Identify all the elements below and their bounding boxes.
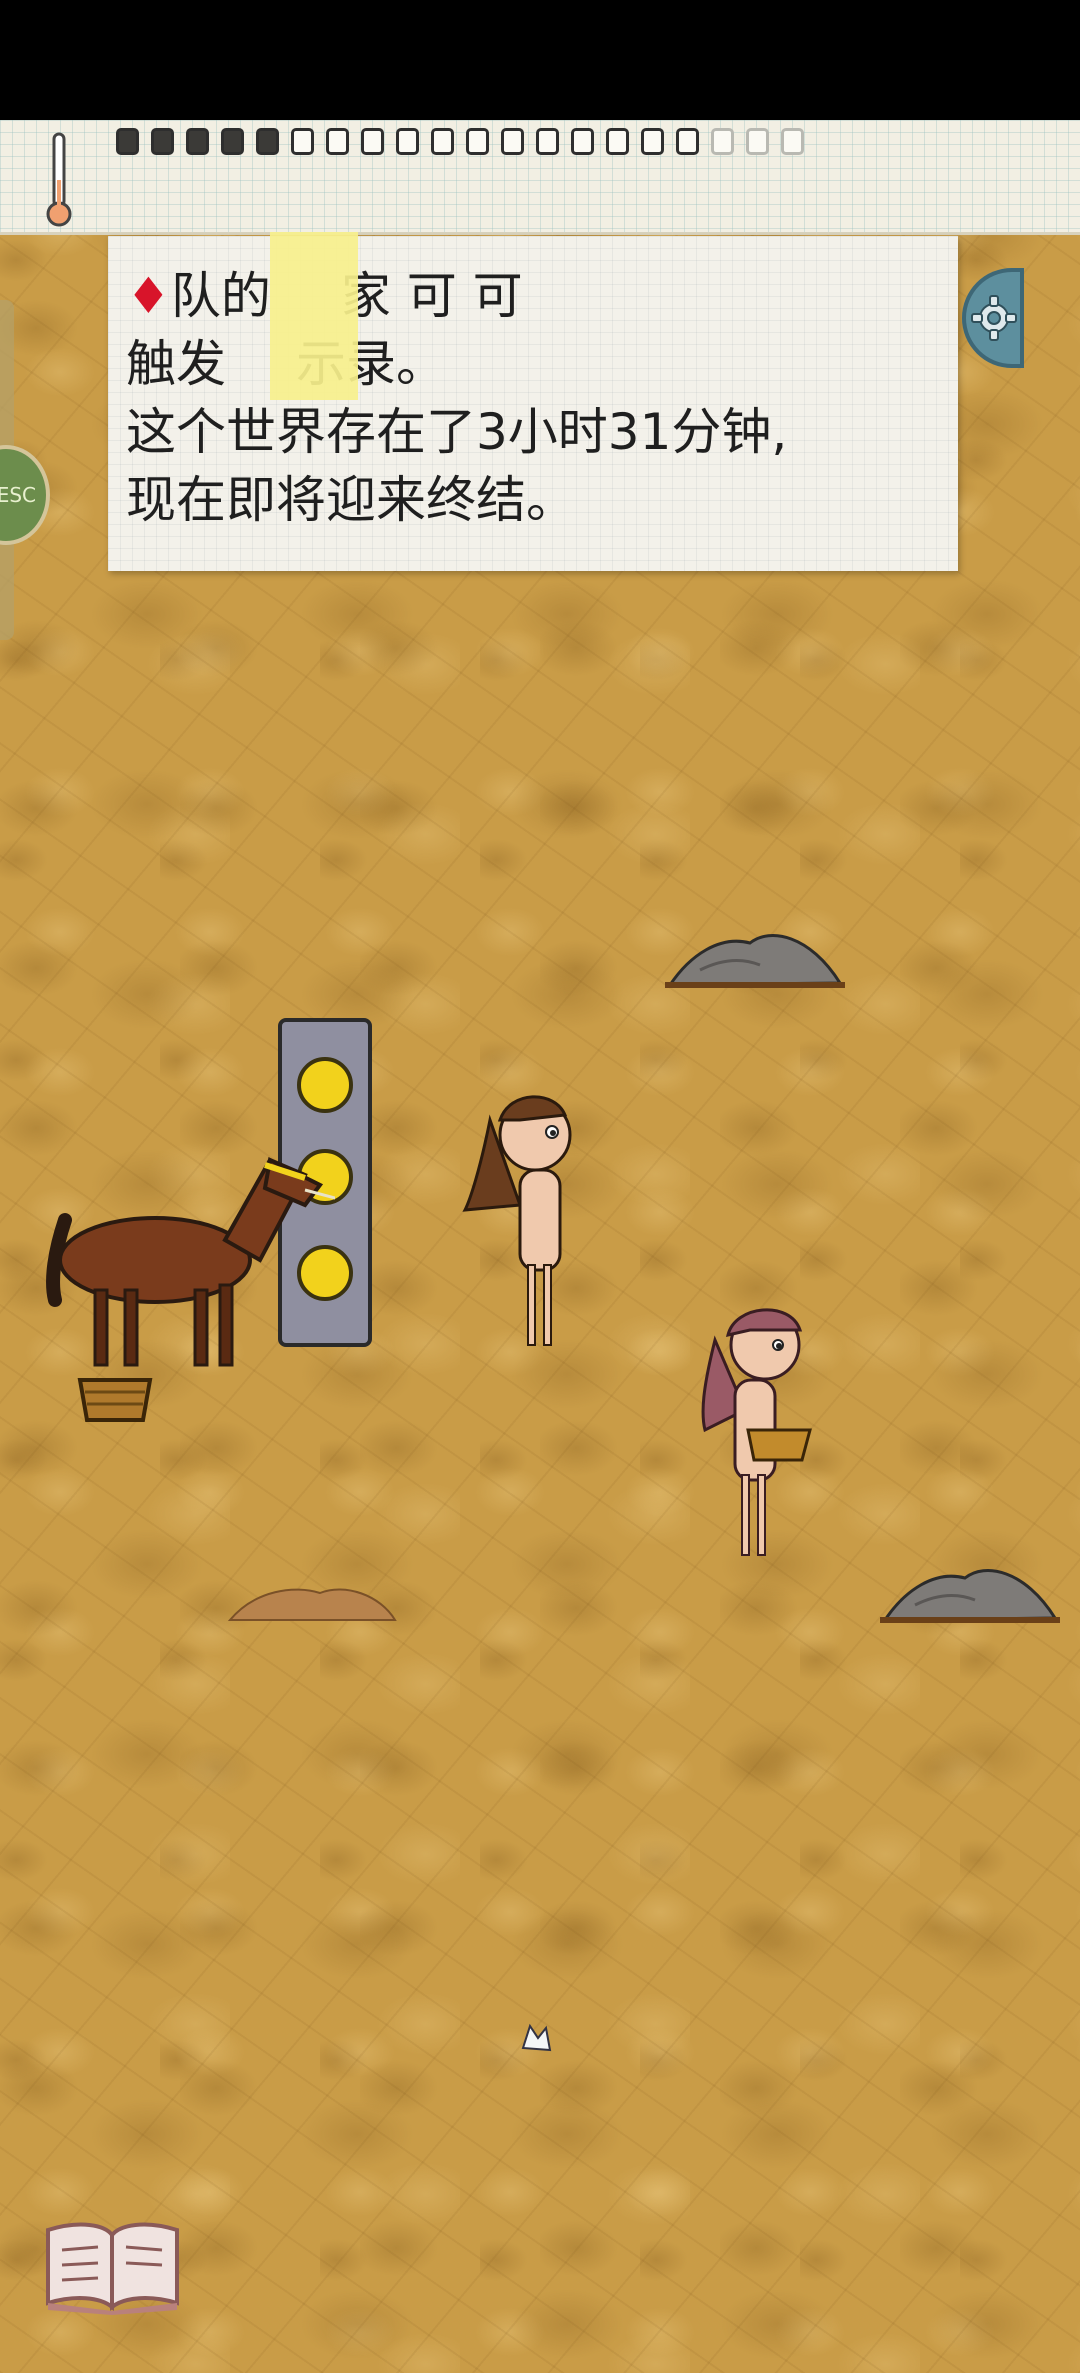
food-pip (326, 128, 349, 155)
message-line-1b: 家 可 可 (340, 267, 523, 325)
status-bar (0, 0, 1080, 120)
gear-icon (971, 295, 1017, 341)
dirt-mound[interactable] (225, 1575, 400, 1630)
rock-pile-2[interactable] (875, 1550, 1065, 1630)
food-pip (291, 128, 314, 155)
food-pip (116, 128, 139, 155)
food-pip (151, 128, 174, 155)
book-icon[interactable] (40, 2215, 185, 2315)
food-pip (676, 128, 699, 155)
message-note: ♦队的家 可 可 触发 示录。 这个世界存在了3小时31分钟, 现在即将迎来终结。 (108, 236, 958, 571)
food-pip (256, 128, 279, 155)
character-child[interactable] (690, 1300, 820, 1570)
basket[interactable] (75, 1370, 155, 1425)
rock-pile-1[interactable] (660, 915, 850, 995)
food-pip (606, 128, 629, 155)
food-pip (431, 128, 454, 155)
food-pip (711, 128, 734, 155)
food-pip (361, 128, 384, 155)
food-pip (746, 128, 769, 155)
character-adult[interactable] (460, 1090, 590, 1360)
message-line-1a: 队的 (170, 267, 271, 325)
side-bubble-label: ESC (0, 483, 36, 507)
food-pip (396, 128, 419, 155)
food-pip (501, 128, 524, 155)
food-pip (571, 128, 594, 155)
message-line-4: 现在即将迎来终结。 (126, 471, 576, 529)
thermometer-icon (46, 132, 72, 227)
sticky-tape (270, 232, 358, 400)
food-pip (536, 128, 559, 155)
message-line-3: 这个世界存在了3小时31分钟, (126, 403, 788, 461)
message-line-2a: 触发 (126, 335, 226, 393)
flint-chip[interactable] (518, 2020, 554, 2056)
food-pips (116, 128, 804, 164)
food-pip (781, 128, 804, 155)
food-pip (221, 128, 244, 155)
food-pip (186, 128, 209, 155)
diamond-icon: ♦ (126, 267, 171, 325)
food-pip (466, 128, 489, 155)
horse[interactable] (35, 1110, 335, 1380)
food-pip (641, 128, 664, 155)
